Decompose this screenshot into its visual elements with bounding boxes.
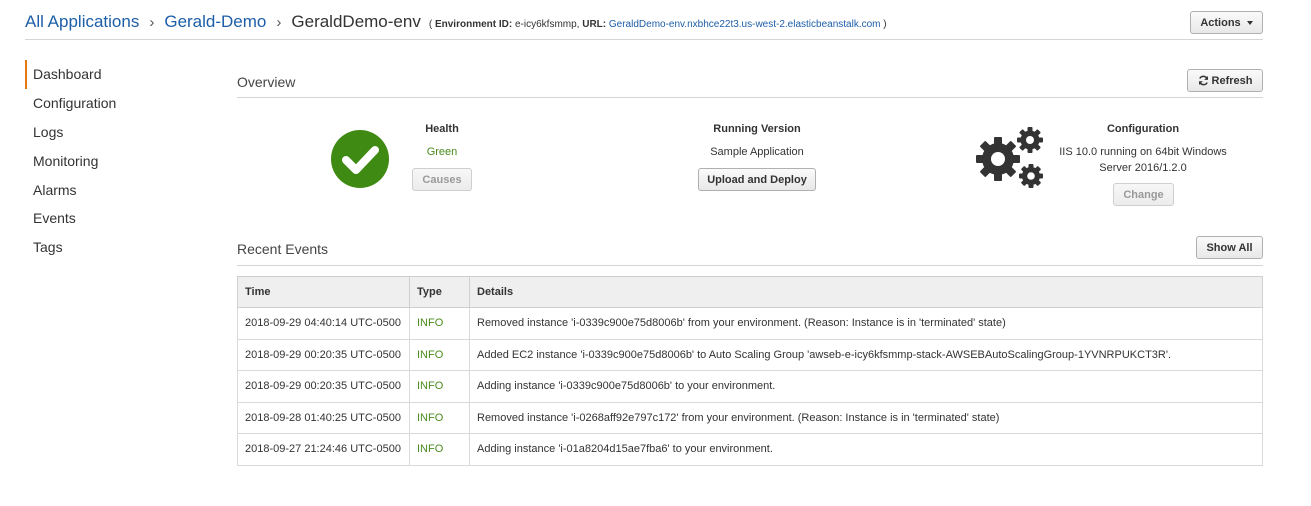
overview-title: Overview [237,74,296,90]
event-time: 2018-09-29 04:40:14 UTC-0500 [237,307,410,340]
event-details: Adding instance 'i-01a8204d15ae7fba6' to… [469,433,1263,466]
actions-label: Actions [1200,16,1241,29]
refresh-icon [1198,75,1208,86]
event-time: 2018-09-29 00:20:35 UTC-0500 [237,370,410,403]
configuration-platform-line1: IIS 10.0 running on 64bit Windows [1059,146,1227,158]
env-id-label: Environment ID: [434,19,513,30]
event-time: 2018-09-27 21:24:46 UTC-0500 [237,433,410,466]
sidebar-item-label: Dashboard [33,66,102,83]
table-row: 2018-09-28 01:40:25 UTC-0500 INFO Remove… [237,401,1263,434]
recent-events-title: Recent Events [237,241,329,257]
breadcrumb: All Applications › Gerald-Demo › GeraldD… [25,12,887,34]
column-header-time[interactable]: Time [237,276,410,308]
show-all-button[interactable]: Show All [1196,236,1263,259]
event-type: INFO [409,433,470,466]
sidebar-item-label: Tags [33,239,63,256]
sidebar-item-label: Monitoring [33,152,99,169]
health-status-value: Green [426,146,458,158]
sidebar-item-logs[interactable]: Logs [25,118,185,147]
configuration-heading: Configuration [1106,123,1180,135]
breadcrumb-separator-icon: › [149,14,155,31]
sidebar-item-monitoring[interactable]: Monitoring [25,146,185,175]
sidebar-item-label: Logs [33,123,64,140]
configuration-platform-line2: Server 2016/1.2.0 [1099,162,1187,174]
caret-down-icon [1246,20,1253,25]
checkmark-icon [342,146,379,174]
sidebar: Dashboard Configuration Logs Monitoring … [25,60,185,262]
env-info-close-paren: ) [883,19,887,30]
change-label: Change [1123,188,1164,201]
environment-url-link[interactable]: GeraldDemo-env.nxbhce22t3.us-west-2.elas… [609,19,881,30]
refresh-button[interactable]: Refresh [1187,69,1263,92]
header-divider [25,39,1263,40]
table-row: 2018-09-29 00:20:35 UTC-0500 INFO Adding… [237,370,1263,403]
sidebar-item-alarms[interactable]: Alarms [25,175,185,204]
sidebar-item-label: Alarms [33,181,77,198]
health-checkmark-circle-icon [331,130,389,188]
table-header-row: Time Type Details [237,276,1263,308]
event-type: INFO [409,307,470,340]
health-heading: Health [425,123,459,135]
causes-button[interactable]: Causes [412,168,472,191]
column-header-type[interactable]: Type [409,276,470,308]
sidebar-item-tags[interactable]: Tags [25,233,185,262]
sidebar-item-events[interactable]: Events [25,204,185,233]
change-button[interactable]: Change [1113,183,1174,206]
event-time: 2018-09-29 00:20:35 UTC-0500 [237,338,410,371]
event-details: Adding instance 'i-0339c900e75d8006b' to… [469,370,1263,403]
event-time: 2018-09-28 01:40:25 UTC-0500 [237,401,410,434]
overview-divider [237,97,1263,98]
event-details: Added EC2 instance 'i-0339c900e75d8006b'… [469,338,1263,371]
actions-button[interactable]: Actions [1190,11,1263,34]
running-version-value: Sample Application [710,146,804,158]
env-id-value: e-icy6kfsmmp, [514,19,580,30]
column-header-details[interactable]: Details [469,276,1263,308]
causes-label: Causes [422,173,462,186]
table-row: 2018-09-29 00:20:35 UTC-0500 INFO Added … [237,338,1263,371]
refresh-label: Refresh [1211,74,1253,87]
upload-and-deploy-label: Upload and Deploy [707,173,807,186]
sidebar-item-configuration[interactable]: Configuration [25,89,185,118]
events-table: Time Type Details 2018-09-29 04:40:14 UT… [237,276,1263,466]
sidebar-item-label: Configuration [33,95,117,112]
url-label: URL: [582,19,607,30]
breadcrumb-all-applications[interactable]: All Applications [25,12,139,32]
gears-icon [976,127,1043,188]
event-type: INFO [409,338,470,371]
breadcrumb-separator-icon: › [276,14,282,31]
event-details: Removed instance 'i-0268aff92e797c172' f… [469,401,1263,434]
sidebar-item-dashboard[interactable]: Dashboard [25,60,185,89]
running-version-heading: Running Version [713,123,801,135]
sidebar-item-label: Events [33,210,76,227]
upload-and-deploy-button[interactable]: Upload and Deploy [698,168,816,191]
event-type: INFO [409,370,470,403]
event-details: Removed instance 'i-0339c900e75d8006b' f… [469,307,1263,340]
env-info-open-paren: ( [428,19,433,30]
breadcrumb-application[interactable]: Gerald-Demo [164,12,266,32]
table-row: 2018-09-27 21:24:46 UTC-0500 INFO Adding… [237,433,1263,466]
recent-events-divider [237,265,1263,266]
event-type: INFO [409,401,470,434]
breadcrumb-environment: GeraldDemo-env [291,12,421,31]
environment-info: ( Environment ID: e-icy6kfsmmp, URL: Ger… [429,19,887,30]
show-all-label: Show All [1206,241,1253,254]
table-row: 2018-09-29 04:40:14 UTC-0500 INFO Remove… [237,307,1263,340]
